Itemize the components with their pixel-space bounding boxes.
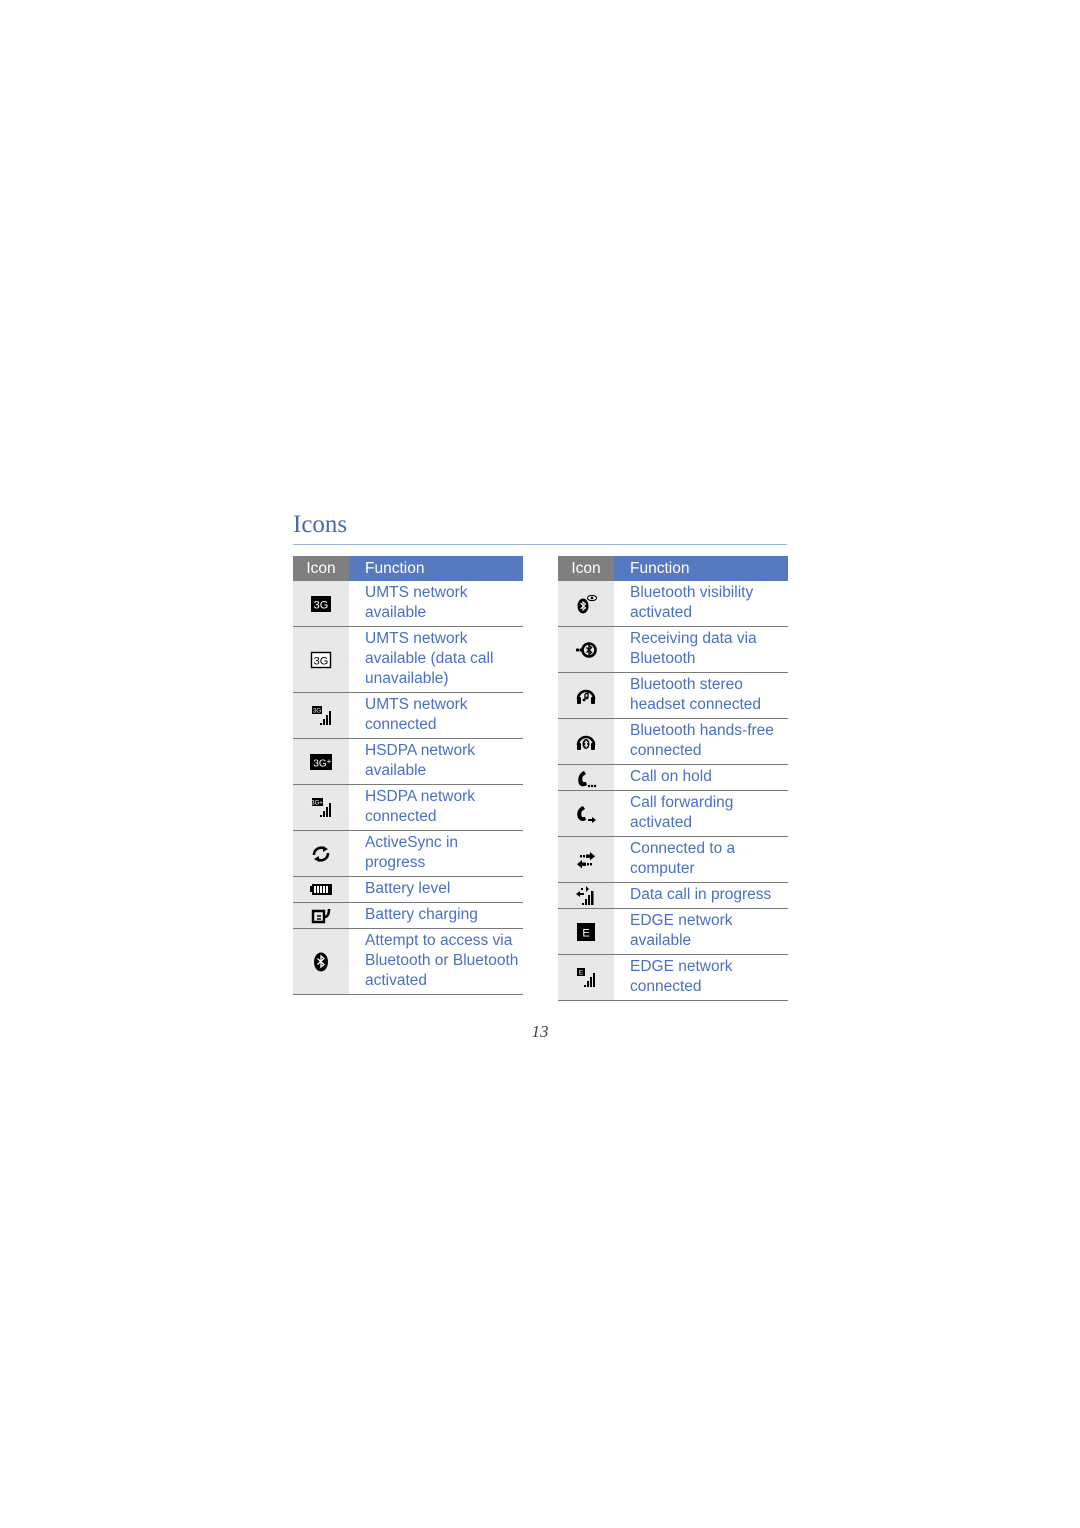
bluetooth-visibility-icon	[575, 593, 597, 615]
table-row: Connected to a computer	[558, 836, 788, 883]
function-text: Battery level	[349, 876, 523, 903]
header-function: Function	[349, 556, 523, 581]
handsfree-headset-icon	[575, 731, 597, 753]
3g-signal-icon: 3G	[310, 705, 332, 727]
function-text: Call on hold	[614, 764, 788, 791]
function-text: HSDPA network connected	[349, 784, 523, 831]
function-text: UMTS network available (data call unavai…	[349, 626, 523, 693]
function-text: Bluetooth visibility activated	[614, 581, 788, 627]
table-row: Battery charging	[293, 902, 523, 929]
header-icon: Icon	[293, 556, 349, 581]
page-number: 13	[531, 1022, 549, 1041]
table-header-row: Icon Function	[558, 556, 788, 581]
function-text: HSDPA network available	[349, 738, 523, 785]
table-row: Attempt to access via Bluetooth or Bluet…	[293, 928, 523, 995]
svg-text:3G: 3G	[314, 599, 329, 611]
svg-text:3G: 3G	[314, 655, 329, 667]
table-row: Bluetooth hands-free connected	[558, 718, 788, 765]
function-text: Connected to a computer	[614, 836, 788, 883]
table-row: E EDGE network connected	[558, 954, 788, 1001]
function-text: ActiveSync in progress	[349, 830, 523, 877]
bluetooth-icon	[310, 951, 332, 973]
computer-connection-icon	[575, 849, 597, 871]
stereo-headset-icon	[575, 685, 597, 707]
battery-charging-icon	[310, 905, 332, 927]
table-row: Call forwarding activated	[558, 790, 788, 837]
table-row: Data call in progress	[558, 882, 788, 909]
icons-table-right: Icon Function Bluetooth visibility activ…	[558, 556, 788, 1001]
table-row: 3G UMTS network available	[293, 581, 523, 627]
function-text: Bluetooth stereo headset connected	[614, 672, 788, 719]
section-title: Icons	[293, 511, 348, 538]
table-row: 3G + HSDPA network available	[293, 738, 523, 785]
table-header-row: Icon Function	[293, 556, 523, 581]
svg-text:3G+: 3G+	[311, 800, 323, 806]
function-text: Receiving data via Bluetooth	[614, 626, 788, 673]
3g-filled-icon: 3G	[310, 593, 332, 615]
header-function: Function	[614, 556, 788, 581]
svg-text:E: E	[579, 969, 584, 976]
function-text: Battery charging	[349, 902, 523, 929]
icons-table-left: Icon Function 3G UMTS network available …	[293, 556, 523, 995]
svg-text:E: E	[582, 927, 589, 939]
function-text: EDGE network connected	[614, 954, 788, 1001]
table-row: 3G UMTS network available (data call una…	[293, 626, 523, 693]
edge-signal-icon: E	[575, 967, 597, 989]
activesync-icon	[310, 843, 332, 865]
function-text: Data call in progress	[614, 882, 788, 909]
function-text: Bluetooth hands-free connected	[614, 718, 788, 765]
table-row: 3G+ HSDPA network connected	[293, 784, 523, 831]
function-text: UMTS network connected	[349, 692, 523, 739]
table-row: E EDGE network available	[558, 908, 788, 955]
svg-text:3G: 3G	[313, 758, 327, 769]
table-row: Bluetooth stereo headset connected	[558, 672, 788, 719]
3g-plus-signal-icon: 3G+	[310, 797, 332, 819]
bluetooth-receive-icon	[575, 639, 597, 661]
svg-text:+: +	[327, 757, 332, 766]
function-text: EDGE network available	[614, 908, 788, 955]
table-row: Bluetooth visibility activated	[558, 581, 788, 627]
table-row: Receiving data via Bluetooth	[558, 626, 788, 673]
header-icon: Icon	[558, 556, 614, 581]
svg-text:3G: 3G	[313, 708, 321, 714]
table-row: ActiveSync in progress	[293, 830, 523, 877]
call-hold-icon	[575, 767, 597, 789]
function-text: Attempt to access via Bluetooth or Bluet…	[349, 928, 523, 995]
table-row: Battery level	[293, 876, 523, 903]
3g-outline-icon: 3G	[310, 649, 332, 671]
data-call-icon	[575, 885, 597, 907]
battery-level-icon	[310, 879, 332, 901]
3g-plus-filled-icon: 3G +	[310, 751, 332, 773]
function-text: UMTS network available	[349, 581, 523, 627]
edge-filled-icon: E	[575, 921, 597, 943]
title-divider	[293, 544, 787, 545]
call-forward-icon	[575, 803, 597, 825]
table-row: 3G UMTS network connected	[293, 692, 523, 739]
table-row: Call on hold	[558, 764, 788, 791]
function-text: Call forwarding activated	[614, 790, 788, 837]
